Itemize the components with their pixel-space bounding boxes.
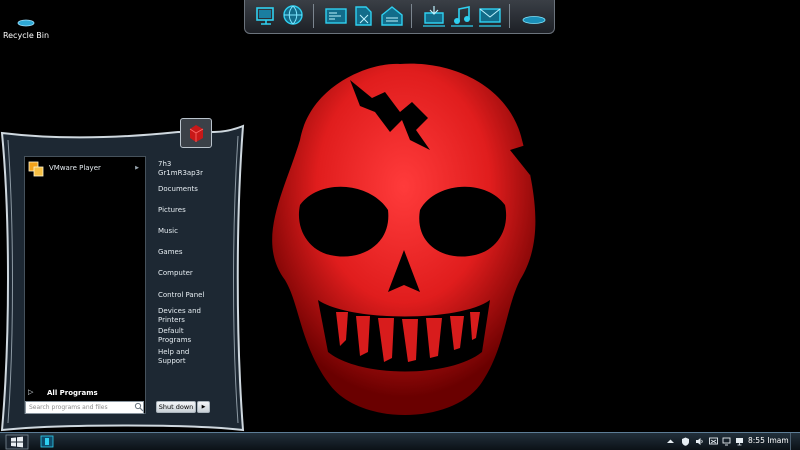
search-input[interactable]: Search programs and files — [25, 401, 144, 414]
start-link-default-programs[interactable]: Default Programs — [158, 327, 204, 345]
program-list: VMware Player ▶ — [24, 156, 146, 414]
home-folder-icon[interactable] — [379, 3, 405, 29]
display-icon[interactable] — [735, 437, 744, 446]
start-link-help-support[interactable]: Help and Support — [158, 348, 204, 366]
start-link-music[interactable]: Music — [158, 227, 178, 236]
windows-orb-icon[interactable] — [3, 433, 31, 450]
start-link-pictures[interactable]: Pictures — [158, 206, 186, 215]
shutdown-button[interactable]: Shut down — [156, 401, 196, 413]
recycle-bin-icon — [17, 19, 35, 27]
program-item-vmware-player[interactable]: VMware Player ▶ — [27, 160, 143, 178]
downloads-icon[interactable] — [421, 3, 447, 29]
desktop-icon-label: Recycle Bin — [2, 31, 50, 40]
user-picture[interactable] — [180, 118, 212, 148]
music-icon[interactable] — [449, 3, 475, 29]
start-link-computer[interactable]: Computer — [158, 269, 193, 278]
action-center-icon[interactable] — [722, 437, 731, 446]
user-avatar-icon — [189, 125, 204, 142]
all-programs-label: All Programs — [47, 389, 98, 397]
network-globe-icon[interactable] — [280, 3, 306, 29]
search-icon[interactable] — [134, 402, 144, 412]
volume-icon[interactable] — [695, 437, 704, 446]
explorer-icon[interactable] — [40, 435, 54, 448]
skull-graphic — [258, 63, 542, 416]
taskbar: 8:55 Imam — [0, 432, 800, 450]
start-link-control-panel[interactable]: Control Panel — [158, 291, 204, 300]
start-menu: VMware Player ▶ ▷ All Programs Search pr… — [0, 118, 245, 436]
start-link-games[interactable]: Games — [158, 248, 183, 257]
documents-icon[interactable] — [351, 3, 377, 29]
mail-icon[interactable] — [477, 3, 503, 29]
top-dock — [244, 0, 555, 34]
dock-separator — [313, 4, 314, 28]
submenu-arrow-icon[interactable]: ▶ — [135, 165, 139, 171]
dock-separator — [411, 4, 412, 28]
program-item-label: VMware Player — [49, 164, 101, 172]
all-programs-button[interactable]: ▷ All Programs — [28, 387, 138, 401]
shutdown-options-arrow-icon[interactable]: ▶ — [197, 401, 210, 413]
control-panel-icon[interactable] — [323, 3, 349, 29]
dock-separator — [509, 4, 510, 28]
user-name-link[interactable]: 7h3 Gr1mR3ap3r — [158, 160, 208, 178]
start-link-devices-printers[interactable]: Devices and Printers — [158, 307, 204, 325]
all-programs-arrow-icon: ▷ — [28, 388, 34, 396]
vmware-player-icon — [28, 161, 44, 177]
disc-icon[interactable] — [521, 3, 547, 29]
computer-icon[interactable] — [253, 3, 279, 29]
desktop-icon-recycle-bin[interactable]: Recycle Bin — [2, 12, 50, 40]
show-desktop-button[interactable] — [790, 433, 800, 450]
security-icon[interactable] — [681, 437, 690, 446]
show-hidden-icons-icon[interactable] — [666, 437, 675, 446]
start-link-documents[interactable]: Documents — [158, 185, 198, 194]
taskbar-clock[interactable]: 8:55 Imam — [748, 436, 789, 445]
network-icon[interactable] — [709, 437, 718, 446]
